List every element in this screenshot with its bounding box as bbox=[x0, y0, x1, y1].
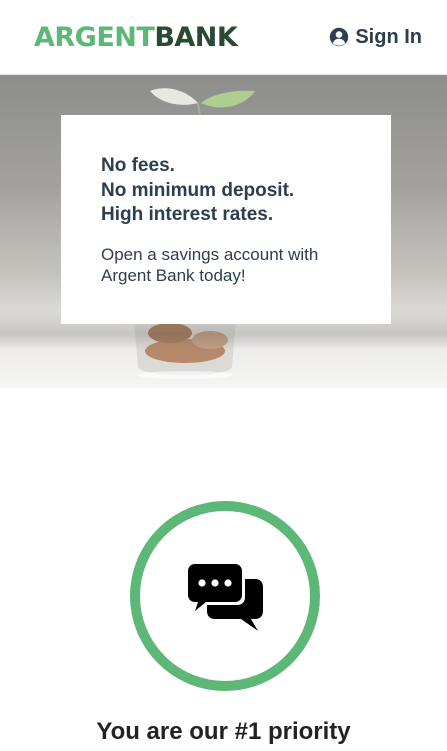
hero-text: Open a savings account with Argent Bank … bbox=[101, 244, 361, 286]
chat-icon bbox=[185, 561, 265, 631]
sign-in-link[interactable]: Sign In bbox=[329, 26, 422, 49]
feature-icon-ring bbox=[130, 501, 320, 691]
hero-text-line1: Open a savings account with bbox=[101, 244, 319, 264]
logo-link[interactable]: ARGENTBANK bbox=[34, 17, 238, 57]
feature-title: You are our #1 priority bbox=[96, 718, 351, 745]
hero-content-card: No fees. No minimum deposit. High intere… bbox=[61, 115, 391, 324]
logo-text-argent: ARGENT bbox=[34, 21, 155, 53]
user-circle-icon bbox=[329, 27, 349, 47]
hero-banner: No fees. No minimum deposit. High intere… bbox=[0, 75, 447, 388]
hero-subtitle-line: No fees. bbox=[101, 155, 175, 176]
logo: ARGENTBANK bbox=[34, 21, 238, 53]
sign-in-label: Sign In bbox=[355, 25, 422, 48]
logo-text-bank: BANK bbox=[154, 21, 238, 53]
hero-subtitle-line: No minimum deposit. bbox=[101, 179, 295, 201]
hero-subtitle-line: High interest rates. bbox=[101, 204, 274, 225]
feature-item: You are our #1 priority bbox=[0, 388, 447, 751]
hero-text-line2: Argent Bank today! bbox=[101, 265, 246, 285]
hero-subtitle: No fees. No minimum deposit. High intere… bbox=[101, 154, 361, 228]
main-nav: ARGENTBANK Sign In bbox=[0, 0, 447, 75]
